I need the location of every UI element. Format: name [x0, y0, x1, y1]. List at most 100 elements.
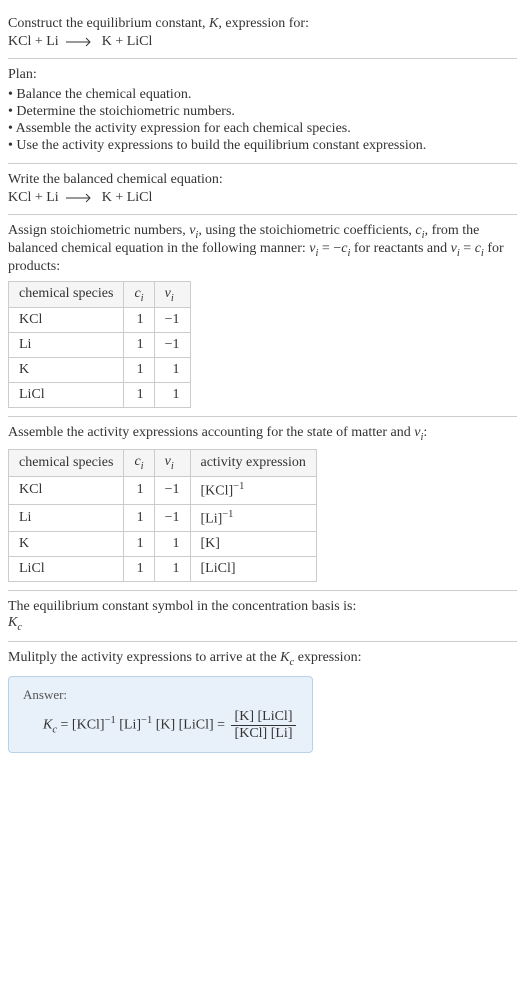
- sub-i: i: [171, 292, 174, 303]
- stoich-table: chemical species ci νi KCl1−1 Li1−1 K11 …: [8, 281, 191, 409]
- symbol-section: The equilibrium constant symbol in the c…: [8, 591, 517, 642]
- k-symbol: K: [209, 16, 218, 31]
- cell-ci: 1: [124, 358, 154, 383]
- k-symbol: K: [280, 650, 289, 665]
- text: Mulitply the activity expressions to arr…: [8, 650, 280, 665]
- cell-ci: 1: [124, 504, 154, 532]
- plan-item: • Balance the chemical equation.: [8, 87, 517, 103]
- numerator: [K] [LiCl]: [231, 709, 297, 726]
- cell-nui: 1: [154, 358, 190, 383]
- cell-ci: 1: [124, 557, 154, 582]
- cell-nui: 1: [154, 383, 190, 408]
- plan-title: Plan:: [8, 67, 517, 83]
- cell-ci: 1: [124, 476, 154, 504]
- col-nui: νi: [154, 450, 190, 477]
- equals: =: [214, 718, 229, 733]
- reaction-arrow-icon: [66, 190, 94, 206]
- text: for reactants and: [350, 241, 450, 256]
- reactant-2: Li: [46, 190, 58, 205]
- text: Assemble the activity expressions accoun…: [8, 425, 414, 440]
- plan-item: • Use the activity expressions to build …: [8, 138, 517, 154]
- prompt-suffix: , expression for:: [218, 16, 309, 31]
- cell-species: KCl: [9, 476, 124, 504]
- col-species: chemical species: [9, 450, 124, 477]
- cell-species: K: [9, 358, 124, 383]
- exp: −1: [105, 715, 116, 726]
- table-row: KCl1−1: [9, 308, 191, 333]
- exp: −1: [141, 715, 152, 726]
- act-base: [Li]: [201, 511, 223, 526]
- plus-2: +: [112, 190, 127, 205]
- table-header-row: chemical species ci νi activity expressi…: [9, 450, 317, 477]
- text: =: [460, 241, 475, 256]
- cell-ci: 1: [124, 308, 154, 333]
- reaction-equation: KCl + Li K + LiCl: [8, 34, 517, 50]
- balanced-section: Write the balanced chemical equation: KC…: [8, 164, 517, 215]
- product-2: LiCl: [127, 34, 153, 49]
- text: , using the stoichiometric coefficients,: [198, 223, 415, 238]
- sub-i: i: [171, 461, 174, 472]
- table-row: LiCl11[LiCl]: [9, 557, 317, 582]
- text: :: [423, 425, 427, 440]
- cell-nui: −1: [154, 476, 190, 504]
- k-symbol: K: [8, 615, 17, 630]
- act-base: [LiCl]: [201, 561, 236, 576]
- table-row: LiCl11: [9, 383, 191, 408]
- balanced-title: Write the balanced chemical equation:: [8, 172, 517, 188]
- prompt-prefix: Construct the equilibrium constant,: [8, 16, 209, 31]
- table-header-row: chemical species ci νi: [9, 281, 191, 308]
- term: [KCl]: [72, 718, 105, 733]
- fraction: [K] [LiCl][KCl] [Li]: [231, 709, 297, 742]
- text: Assign stoichiometric numbers,: [8, 223, 189, 238]
- plan-section: Plan: • Balance the chemical equation. •…: [8, 59, 517, 164]
- product-1: K: [102, 190, 112, 205]
- plan-item: • Determine the stoichiometric numbers.: [8, 104, 517, 120]
- table-row: Li1−1[Li]−1: [9, 504, 317, 532]
- kc-symbol: Kc: [8, 615, 517, 633]
- answer-label: Answer:: [23, 687, 298, 703]
- plan-item: • Assemble the activity expression for e…: [8, 121, 517, 137]
- cell-activity: [LiCl]: [190, 557, 316, 582]
- col-activity: activity expression: [190, 450, 316, 477]
- multiply-section: Mulitply the activity expressions to arr…: [8, 642, 517, 761]
- col-nui: νi: [154, 281, 190, 308]
- product-2: LiCl: [127, 190, 153, 205]
- cell-ci: 1: [124, 333, 154, 358]
- kc-expression: Kc = [KCl]−1 [Li]−1 [K] [LiCl] = [K] [Li…: [43, 709, 298, 742]
- act-exp: −1: [233, 481, 244, 492]
- sub-i: i: [141, 292, 144, 303]
- prompt-section: Construct the equilibrium constant, K, e…: [8, 8, 517, 59]
- stoich-intro: Assign stoichiometric numbers, νi, using…: [8, 223, 517, 275]
- table-row: K11[K]: [9, 532, 317, 557]
- balanced-equation: KCl + Li K + LiCl: [8, 190, 517, 206]
- prompt-text: Construct the equilibrium constant, K, e…: [8, 16, 517, 32]
- term: [LiCl]: [179, 718, 214, 733]
- plus-1: +: [31, 34, 46, 49]
- col-species: chemical species: [9, 281, 124, 308]
- cell-activity: [K]: [190, 532, 316, 557]
- cell-nui: −1: [154, 333, 190, 358]
- act-base: [KCl]: [201, 484, 234, 499]
- cell-species: Li: [9, 333, 124, 358]
- cell-species: LiCl: [9, 557, 124, 582]
- cell-nui: 1: [154, 557, 190, 582]
- cell-nui: −1: [154, 308, 190, 333]
- cell-species: KCl: [9, 308, 124, 333]
- symbol-text: The equilibrium constant symbol in the c…: [8, 599, 517, 615]
- k-symbol: K: [43, 718, 52, 733]
- cell-activity: [KCl]−1: [190, 476, 316, 504]
- activity-intro: Assemble the activity expressions accoun…: [8, 425, 517, 443]
- act-exp: −1: [222, 509, 233, 520]
- equals: =: [57, 718, 72, 733]
- stoich-section: Assign stoichiometric numbers, νi , using…: [8, 215, 517, 417]
- cell-ci: 1: [124, 532, 154, 557]
- term: [K]: [156, 718, 175, 733]
- plus-2: +: [112, 34, 127, 49]
- answer-box: Answer: Kc = [KCl]−1 [Li]−1 [K] [LiCl] =…: [8, 676, 313, 753]
- reactant-2: Li: [46, 34, 58, 49]
- multiply-text: Mulitply the activity expressions to arr…: [8, 650, 517, 668]
- col-ci: ci: [124, 450, 154, 477]
- sub-i: i: [141, 461, 144, 472]
- term: [Li]: [119, 718, 141, 733]
- activity-table: chemical species ci νi activity expressi…: [8, 449, 317, 582]
